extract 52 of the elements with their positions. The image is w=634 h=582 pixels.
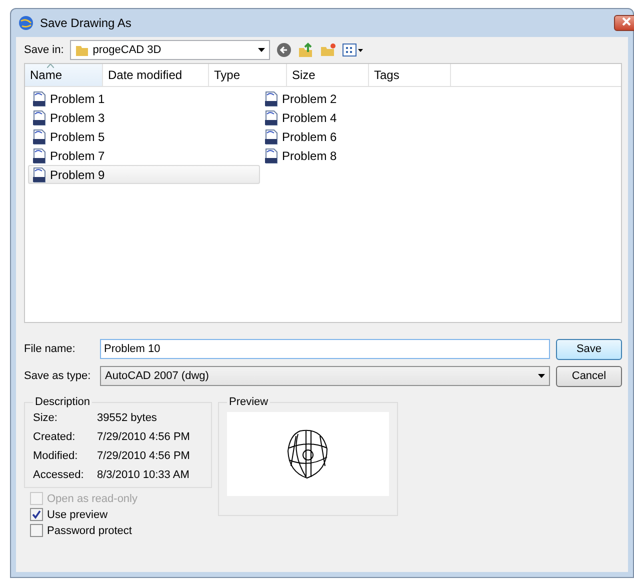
- new-folder-icon[interactable]: [320, 42, 336, 58]
- wireframe-drawing: [286, 428, 330, 480]
- file-name-field[interactable]: Problem 10: [100, 339, 550, 359]
- preview-title: Preview: [228, 396, 270, 408]
- column-header[interactable]: Name: [25, 64, 103, 86]
- file-item[interactable]: Problem 1: [28, 89, 260, 108]
- description-value: 7/29/2010 4:56 PM: [97, 450, 191, 462]
- save-in-dropdown[interactable]: progeCAD 3D: [70, 40, 270, 60]
- drawing-file-icon: [31, 166, 47, 182]
- drawing-file-icon: [31, 128, 47, 144]
- description-value: 8/3/2010 10:33 AM: [97, 469, 190, 481]
- file-item[interactable]: Problem 9: [28, 165, 260, 184]
- up-folder-icon[interactable]: [298, 42, 314, 58]
- file-name-label: File name:: [24, 343, 76, 355]
- window-title: Save Drawing As: [40, 16, 132, 30]
- caret-icon: [538, 374, 545, 378]
- close-icon: [622, 17, 630, 26]
- globe-icon: [18, 15, 34, 31]
- save-as-type-label: Save as type:: [24, 370, 92, 382]
- description-title: Description: [34, 396, 92, 408]
- drawing-file-icon: [263, 128, 279, 144]
- option-checkbox[interactable]: Password protect: [30, 524, 212, 537]
- drawing-file-icon: [263, 90, 279, 106]
- file-item[interactable]: Problem 3: [28, 108, 260, 127]
- option-checkbox[interactable]: Use preview: [30, 508, 212, 521]
- save-button[interactable]: Save: [556, 338, 622, 360]
- description-label: Accessed:: [33, 469, 85, 481]
- save-as-type-dropdown[interactable]: AutoCAD 2007 (dwg): [100, 366, 550, 386]
- description-value: 39552 bytes: [97, 412, 158, 424]
- checkmark-icon: [32, 510, 41, 519]
- description-label: Size:: [33, 412, 58, 424]
- drawing-file-icon: [263, 110, 279, 126]
- file-item[interactable]: Problem 6: [260, 127, 492, 146]
- description-label: Created:: [33, 431, 76, 443]
- close-button[interactable]: [614, 15, 634, 31]
- drawing-file-icon: [31, 90, 47, 106]
- file-item[interactable]: Problem 8: [260, 146, 492, 165]
- file-item[interactable]: Problem 5: [28, 127, 260, 146]
- file-item[interactable]: Problem 2: [260, 89, 492, 108]
- description-value: 7/29/2010 4:56 PM: [97, 431, 191, 443]
- drawing-file-icon: [31, 110, 47, 126]
- file-item[interactable]: Problem 4: [260, 108, 492, 127]
- drawing-file-icon: [31, 148, 47, 164]
- description-label: Modified:: [33, 450, 79, 462]
- folder-icon: [74, 43, 89, 57]
- save-in-label: Save in:: [24, 44, 64, 56]
- back-icon[interactable]: [276, 42, 292, 58]
- drawing-file-icon: [263, 148, 279, 164]
- caret-icon: [258, 48, 265, 52]
- view-menu-icon[interactable]: [342, 42, 364, 58]
- file-item[interactable]: Problem 7: [28, 146, 260, 165]
- cancel-button[interactable]: Cancel: [556, 366, 622, 386]
